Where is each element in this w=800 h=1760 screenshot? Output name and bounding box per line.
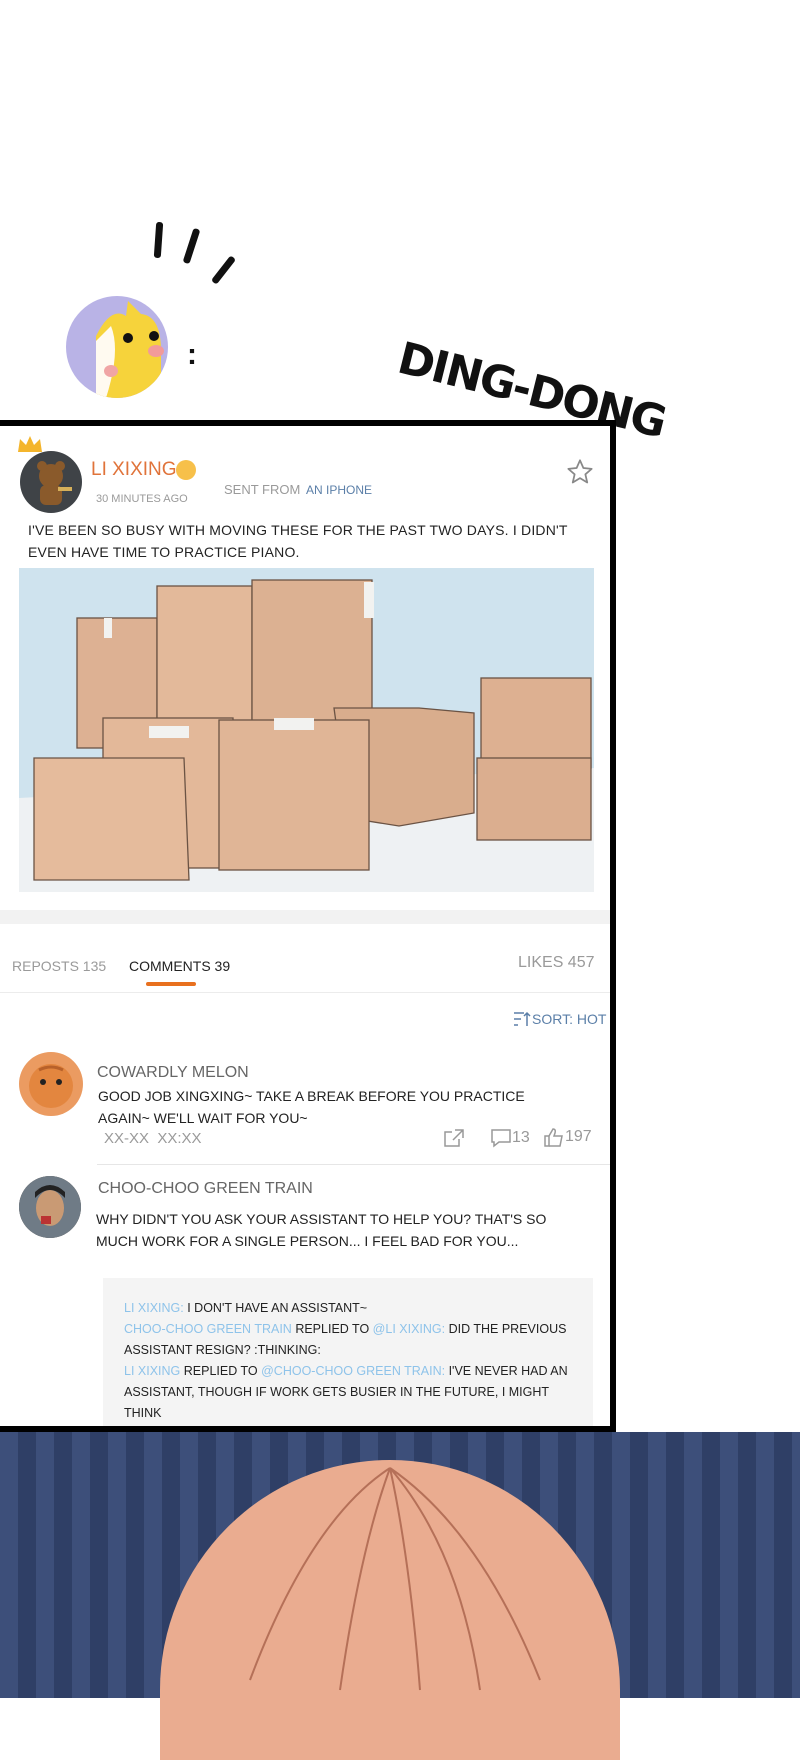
reply-line-cont: ASSISTANT RESIGN? :THINKING: — [124, 1343, 321, 1357]
thumbs-up-icon — [544, 1128, 563, 1147]
comment-time: XX-XX XX:XX — [104, 1130, 202, 1147]
colon-mark: : — [187, 338, 197, 371]
bird-avatar — [66, 296, 168, 398]
comment-divider — [97, 1164, 610, 1165]
sort-icon — [514, 1011, 531, 1026]
commenter-avatar[interactable] — [19, 1052, 83, 1116]
sent-from-label: SENT FROM — [224, 482, 301, 497]
sort-button[interactable]: SORT: HOT — [512, 1010, 606, 1028]
sent-from-device[interactable]: AN IPHONE — [306, 483, 372, 497]
comment-text: GOOD JOB XINGXING~ TAKE A BREAK BEFORE Y… — [98, 1088, 525, 1126]
post-image[interactable] — [19, 568, 594, 892]
tab-active-indicator — [146, 982, 196, 986]
reply-line: LI XIXING REPLIED TO @CHOO-CHOO GREEN TR… — [124, 1364, 568, 1378]
commenter-avatar[interactable] — [19, 1176, 81, 1238]
section-divider — [0, 910, 610, 924]
social-post-panel: LI XIXING 30 MINUTES AGO SENT FROM AN IP… — [0, 420, 616, 1432]
comment-like-button[interactable]: 197 — [543, 1127, 592, 1147]
sort-label: SORT: HOT — [532, 1011, 607, 1027]
comment-username[interactable]: CHOO-CHOO GREEN TRAIN — [98, 1180, 313, 1198]
comment-username[interactable]: COWARDLY MELON — [97, 1064, 249, 1082]
user-avatar[interactable] — [20, 451, 82, 513]
star-icon[interactable] — [566, 458, 594, 491]
comment-text: WHY DIDN'T YOU ASK YOUR ASSISTANT TO HEL… — [96, 1211, 547, 1249]
tabs-divider — [0, 992, 610, 993]
reply-line-cont: ASSISTANT, THOUGH IF WORK GETS BUSIER IN… — [124, 1385, 549, 1420]
comment-likes-count: 197 — [565, 1128, 592, 1145]
tab-likes[interactable]: LIKES 457 — [518, 954, 595, 972]
share-icon[interactable] — [443, 1128, 465, 1153]
reply-line-cont: ABOUT HIRING ONE. :D — [124, 1424, 572, 1426]
reply-line: LI XIXING: I DON'T HAVE AN ASSISTANT~ — [124, 1301, 368, 1315]
shock-lines — [150, 221, 240, 292]
emoji-icon — [176, 460, 196, 480]
reply-line: CHOO-CHOO GREEN TRAIN REPLIED TO @LI XIX… — [124, 1322, 567, 1336]
replies-box[interactable]: LI XIXING: I DON'T HAVE AN ASSISTANT~ CH… — [103, 1278, 593, 1426]
character-hair — [160, 1460, 620, 1760]
comment-replies-button[interactable]: 13 — [490, 1128, 530, 1148]
tab-reposts[interactable]: REPOSTS 135 — [12, 958, 106, 974]
post-username[interactable]: LI XIXING — [91, 459, 177, 481]
post-text: I'VE BEEN SO BUSY WITH MOVING THESE FOR … — [28, 522, 568, 560]
post-time: 30 MINUTES AGO — [96, 493, 188, 505]
tab-comments[interactable]: COMMENTS 39 — [129, 958, 230, 974]
comment-replies-count: 13 — [512, 1129, 530, 1146]
comment-icon — [491, 1129, 511, 1148]
